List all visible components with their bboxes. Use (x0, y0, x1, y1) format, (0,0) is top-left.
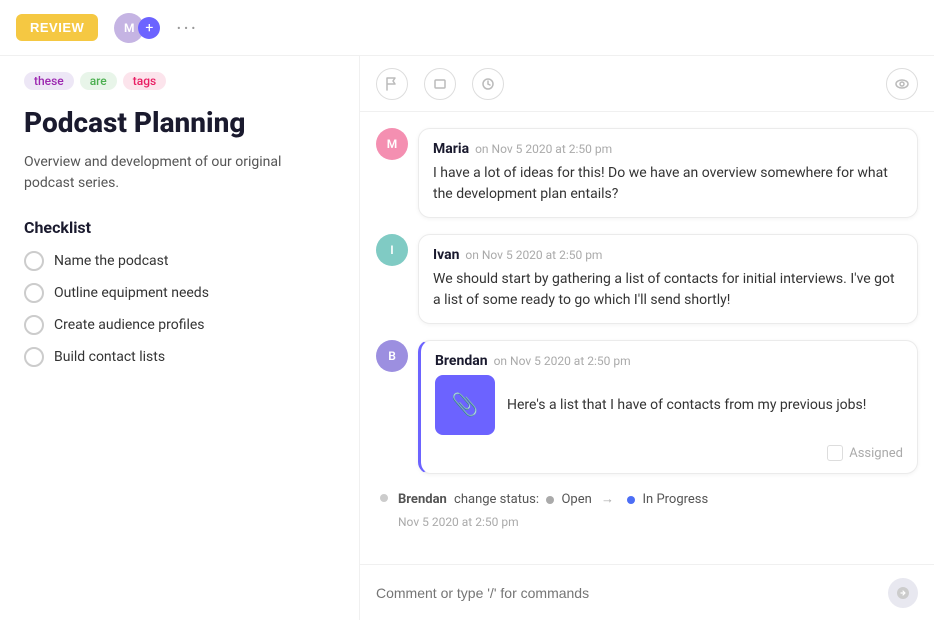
avatar: B (376, 340, 408, 372)
comment-header: Brendan on Nov 5 2020 at 2:50 pm (435, 353, 903, 369)
attachment-row: 📎 Here's a list that I have of contacts … (435, 375, 903, 435)
checklist-label: Outline equipment needs (54, 285, 209, 301)
review-button[interactable]: REVIEW (16, 14, 98, 41)
flag-icon[interactable] (376, 68, 408, 100)
comment-item-brendan: B Brendan on Nov 5 2020 at 2:50 pm 📎 Her… (376, 340, 918, 474)
app-header: REVIEW M + ··· (0, 0, 934, 56)
comment-item: I Ivan on Nov 5 2020 at 2:50 pm We shoul… (376, 234, 918, 324)
eye-icon[interactable] (886, 68, 918, 100)
checklist-checkbox[interactable] (24, 315, 44, 335)
clock-icon[interactable] (472, 68, 504, 100)
status-from-dot (546, 496, 554, 504)
tag-these[interactable]: these (24, 72, 74, 90)
checklist-label: Build contact lists (54, 349, 165, 365)
avatar-group: M + (114, 13, 160, 43)
checklist-label: Create audience profiles (54, 317, 205, 333)
page-description: Overview and development of our original… (24, 152, 335, 194)
status-prefix: change status: (454, 492, 539, 507)
checklist-label: Name the podcast (54, 253, 168, 269)
comment-item: M Maria on Nov 5 2020 at 2:50 pm I have … (376, 128, 918, 218)
assigned-label: Assigned (849, 446, 903, 461)
right-toolbar (360, 56, 934, 112)
assigned-row: Assigned (435, 445, 903, 461)
checklist-item[interactable]: Build contact lists (24, 347, 335, 367)
status-arrow: → (601, 492, 614, 507)
comment-input[interactable] (376, 585, 880, 601)
checklist-item[interactable]: Name the podcast (24, 251, 335, 271)
send-button[interactable] (888, 578, 918, 608)
attachment-icon: 📎 (451, 393, 478, 418)
attachment-text: Here's a list that I have of contacts fr… (507, 395, 903, 416)
status-to-label: In Progress (643, 492, 709, 507)
avatar: M (376, 128, 408, 160)
checklist-title: Checklist (24, 218, 335, 237)
comment-author: Maria (433, 141, 469, 157)
comments-area: M Maria on Nov 5 2020 at 2:50 pm I have … (360, 112, 934, 564)
status-time: Nov 5 2020 at 2:50 pm (398, 513, 708, 532)
comment-header: Maria on Nov 5 2020 at 2:50 pm (433, 141, 903, 157)
attachment-thumbnail[interactable]: 📎 (435, 375, 495, 435)
left-panel: these are tags Podcast Planning Overview… (0, 56, 360, 620)
page-title: Podcast Planning (24, 106, 335, 140)
right-panel: M Maria on Nov 5 2020 at 2:50 pm I have … (360, 56, 934, 620)
tag-tags[interactable]: tags (123, 72, 166, 90)
comment-time: on Nov 5 2020 at 2:50 pm (465, 248, 602, 262)
brendan-comment-bubble: Brendan on Nov 5 2020 at 2:50 pm 📎 Here'… (418, 340, 918, 474)
comment-time: on Nov 5 2020 at 2:50 pm (494, 354, 631, 368)
status-author: Brendan (398, 492, 447, 507)
more-options-button[interactable]: ··· (176, 16, 198, 40)
comment-bubble: Ivan on Nov 5 2020 at 2:50 pm We should … (418, 234, 918, 324)
checklist-checkbox[interactable] (24, 347, 44, 367)
avatar: I (376, 234, 408, 266)
comment-text: We should start by gathering a list of c… (433, 269, 903, 311)
status-indicator (380, 494, 388, 502)
checklist-item[interactable]: Create audience profiles (24, 315, 335, 335)
comment-author: Ivan (433, 247, 459, 263)
tag-are[interactable]: are (80, 72, 117, 90)
checklist-checkbox[interactable] (24, 283, 44, 303)
tags-row: these are tags (24, 72, 335, 90)
status-to-dot (627, 496, 635, 504)
comment-input-area (360, 564, 934, 620)
checklist-checkbox[interactable] (24, 251, 44, 271)
status-change-line1: Brendan change status: Open → In Progres… (398, 490, 708, 511)
comment-time: on Nov 5 2020 at 2:50 pm (475, 142, 612, 156)
comment-text: I have a lot of ideas for this! Do we ha… (433, 163, 903, 205)
status-change-row: Brendan change status: Open → In Progres… (376, 490, 918, 532)
comment-author: Brendan (435, 353, 488, 369)
status-from-label: Open (561, 492, 591, 507)
square-icon[interactable] (424, 68, 456, 100)
comment-bubble: Maria on Nov 5 2020 at 2:50 pm I have a … (418, 128, 918, 218)
comment-header: Ivan on Nov 5 2020 at 2:50 pm (433, 247, 903, 263)
status-change-text: Brendan change status: Open → In Progres… (398, 490, 708, 532)
add-member-button[interactable]: + (138, 17, 160, 39)
assigned-checkbox[interactable] (827, 445, 843, 461)
main-content: these are tags Podcast Planning Overview… (0, 56, 934, 620)
checklist-item[interactable]: Outline equipment needs (24, 283, 335, 303)
